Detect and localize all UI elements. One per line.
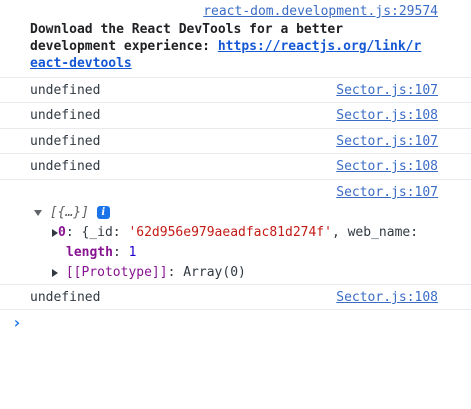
console-message: undefined Sector.js:107: [0, 78, 471, 103]
length-value: 1: [128, 245, 137, 260]
source-link[interactable]: Sector.js:107: [336, 185, 438, 200]
log-value: undefined: [30, 159, 101, 174]
console-message: undefined Sector.js:108: [0, 154, 471, 180]
item-index: 0: [58, 225, 66, 240]
log-value: undefined: [30, 290, 101, 305]
array-summary[interactable]: [{…}] i: [34, 205, 110, 220]
devtools-message-line2: development experience: https://reactjs.…: [30, 38, 421, 55]
devtools-link-continued[interactable]: eact-devtools: [30, 56, 132, 71]
console-panel: react-dom.development.js:29574 Download …: [0, 0, 471, 409]
array-summary-text[interactable]: [{…}]: [50, 205, 89, 220]
array-prototype[interactable]: [[Prototype]]: Array(0): [52, 265, 246, 280]
source-link[interactable]: Sector.js:108: [336, 290, 438, 305]
length-key: length: [66, 245, 113, 260]
console-prompt-icon[interactable]: ›: [12, 313, 22, 332]
prototype-key: [[Prototype]]: [65, 265, 168, 280]
source-link[interactable]: Sector.js:107: [336, 134, 438, 149]
devtools-message-line1: Download the React DevTools for a better: [30, 22, 344, 37]
devtools-message-text: development experience:: [30, 39, 218, 54]
info-icon[interactable]: i: [96, 206, 110, 219]
chevron-right-icon[interactable]: [52, 268, 58, 277]
array-item-0[interactable]: 0: {_id: '62d956e979aeadfac81d274f', web…: [52, 225, 418, 240]
item-preview-rest: , web_name:: [331, 225, 419, 240]
array-length: length: 1: [66, 245, 136, 260]
log-value: undefined: [30, 134, 101, 149]
source-link[interactable]: Sector.js:108: [336, 108, 438, 123]
console-message: undefined Sector.js:108: [0, 285, 471, 310]
chevron-down-icon[interactable]: [34, 209, 42, 216]
console-message: undefined Sector.js:107: [0, 129, 471, 154]
source-link[interactable]: Sector.js:107: [336, 83, 438, 98]
item-preview-open: : {_id:: [65, 225, 129, 240]
devtools-link[interactable]: https://reactjs.org/link/r: [218, 39, 422, 54]
source-link[interactable]: Sector.js:108: [336, 159, 438, 174]
log-value: undefined: [30, 83, 101, 98]
prototype-value: : Array(0): [167, 265, 246, 280]
item-id-value: '62d956e979aeadfac81d274f': [128, 225, 332, 240]
devtools-message-line3: eact-devtools: [30, 55, 421, 72]
console-message-devtools: react-dom.development.js:29574 Download …: [0, 0, 471, 78]
console-message: undefined Sector.js:108: [0, 103, 471, 129]
source-link[interactable]: react-dom.development.js:29574: [203, 4, 438, 19]
console-message-array: Sector.js:107 [{…}] i 0: {_id: '62d956e9…: [0, 180, 471, 285]
length-separator: :: [112, 245, 129, 260]
log-value: undefined: [30, 108, 101, 123]
console-input[interactable]: [30, 312, 450, 332]
devtools-message: Download the React DevTools for a better…: [30, 21, 421, 72]
